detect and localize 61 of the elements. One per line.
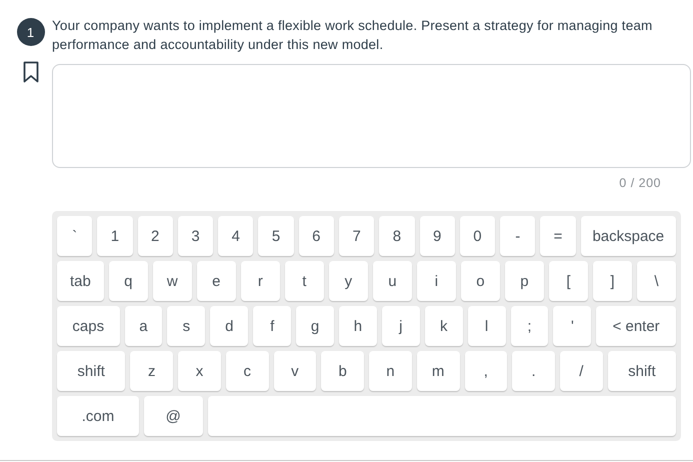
keyboard-key[interactable]: [ xyxy=(548,261,588,301)
keyboard-key[interactable]: ' xyxy=(553,306,592,346)
keyboard-key[interactable]: l xyxy=(468,306,506,346)
space-key[interactable] xyxy=(208,396,676,436)
keyboard-key[interactable]: c xyxy=(226,351,269,391)
keyboard-key[interactable]: - xyxy=(500,216,536,256)
keyboard-key[interactable]: 9 xyxy=(420,216,455,256)
keyboard-key[interactable]: a xyxy=(124,306,162,346)
keyboard-key[interactable]: z xyxy=(130,351,174,391)
keyboard-key[interactable]: f xyxy=(253,306,292,346)
keyboard-key[interactable]: ] xyxy=(592,261,632,301)
keyboard-key[interactable]: t xyxy=(284,261,324,301)
keyboard-key[interactable]: o xyxy=(460,261,500,301)
keyboard-key[interactable]: 3 xyxy=(178,216,214,256)
shift-key[interactable]: shift xyxy=(608,351,676,391)
keyboard-key[interactable]: 6 xyxy=(298,216,334,256)
keyboard-key[interactable]: d xyxy=(210,306,248,346)
question-number: 1 xyxy=(16,18,44,46)
keyboard-key[interactable]: ` xyxy=(57,216,92,256)
keyboard-key[interactable]: j xyxy=(382,306,420,346)
question-text: Your company wants to implement a flexible work schedule. Present a strategy for managing team performance and accountability under this new model. xyxy=(52,17,654,54)
keyboard-key[interactable]: p xyxy=(504,261,544,301)
keyboard-key[interactable]: y xyxy=(328,261,368,301)
keyboard-key[interactable]: n xyxy=(369,351,412,391)
enter-key[interactable]: < enter xyxy=(596,306,676,346)
keyboard-key[interactable]: x xyxy=(178,351,221,391)
keyboard-key[interactable]: e xyxy=(196,261,236,301)
keyboard-key[interactable]: = xyxy=(540,216,576,256)
backspace-key[interactable]: backspace xyxy=(580,216,676,256)
keyboard-key[interactable]: k xyxy=(424,306,463,346)
keyboard-key[interactable]: w xyxy=(152,261,192,301)
keyboard-key[interactable]: 2 xyxy=(138,216,173,256)
shift-key[interactable]: shift xyxy=(57,351,126,391)
keyboard-key[interactable]: v xyxy=(274,351,316,391)
keyboard-key[interactable]: m xyxy=(416,351,460,391)
keyboard-key[interactable]: u xyxy=(372,261,412,301)
keyboard-key[interactable]: b xyxy=(321,351,364,391)
keyboard-key[interactable]: q xyxy=(108,261,148,301)
bookmark-icon[interactable] xyxy=(22,61,38,83)
caps-key[interactable]: caps xyxy=(57,306,120,346)
keyboard-key[interactable]: g xyxy=(296,306,334,346)
answer-field[interactable] xyxy=(52,64,691,168)
keyboard-key[interactable]: / xyxy=(560,351,603,391)
keyboard-key[interactable]: \ xyxy=(637,261,676,301)
keyboard-key[interactable]: . xyxy=(512,351,555,391)
dotcom-key[interactable]: .com xyxy=(57,396,139,436)
keyboard-key[interactable]: 0 xyxy=(460,216,496,256)
keyboard-key[interactable]: ; xyxy=(510,306,548,346)
keyboard-key[interactable]: r xyxy=(240,261,280,301)
character-counter: 0 / 200 xyxy=(619,176,661,192)
keyboard-key[interactable]: 1 xyxy=(97,216,133,256)
keyboard-key[interactable]: 8 xyxy=(379,216,415,256)
tab-key[interactable]: tab xyxy=(57,261,104,301)
keyboard-key[interactable]: 7 xyxy=(338,216,374,256)
keyboard-key[interactable]: 4 xyxy=(218,216,254,256)
keyboard-key[interactable]: s xyxy=(167,306,206,346)
keyboard-key[interactable]: h xyxy=(338,306,377,346)
keyboard-key[interactable]: , xyxy=(464,351,508,391)
keyboard-key[interactable]: i xyxy=(416,261,456,301)
keyboard-key[interactable]: @ xyxy=(144,396,203,436)
keyboard-key[interactable]: 5 xyxy=(258,216,294,256)
